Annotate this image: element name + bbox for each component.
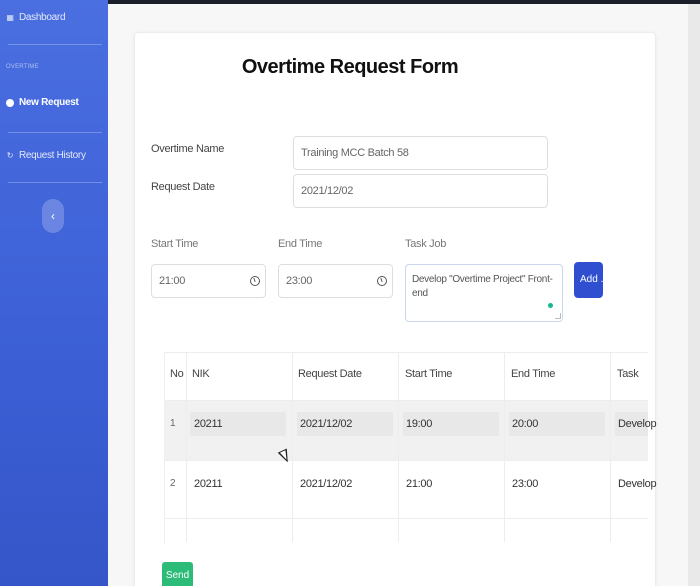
request-date-input[interactable]: 2021/12/02: [293, 174, 548, 208]
row-number: 1: [170, 418, 176, 429]
task-job-textarea[interactable]: Develop "Overtime Project" Front-end: [405, 264, 563, 322]
table-column-divider: [398, 352, 399, 542]
sidebar-divider: [8, 44, 102, 45]
request-date-cell: 2021/12/02: [300, 478, 353, 490]
dashboard-icon: ▦: [6, 12, 14, 22]
column-header-nik: NIK: [192, 368, 210, 380]
sidebar-toggle-button[interactable]: ‹: [42, 199, 64, 233]
scrollbar-track[interactable]: [688, 4, 700, 586]
sidebar-item-label: Request History: [19, 150, 86, 161]
clock-icon[interactable]: [377, 276, 387, 286]
column-header-start-time: Start Time: [405, 368, 453, 380]
sidebar-item-label: Dashboard: [19, 12, 66, 23]
table-border: [164, 460, 648, 461]
circle-icon: [6, 98, 14, 107]
end-time-cell: 23:00: [512, 478, 539, 490]
sidebar-item-label: New Request: [19, 97, 79, 108]
chevron-left-icon: ‹: [51, 209, 55, 223]
table-column-divider: [292, 352, 293, 542]
resize-handle-icon[interactable]: [555, 313, 561, 319]
sidebar-item-dashboard[interactable]: ▦ Dashboard: [6, 12, 65, 23]
overtime-name-label: Overtime Name: [151, 143, 225, 155]
request-date-label: Request Date: [151, 181, 215, 193]
end-time-cell: 20:00: [512, 418, 539, 430]
sidebar-divider: [8, 182, 102, 183]
grammar-check-icon[interactable]: [548, 303, 553, 308]
end-time-input[interactable]: 23:00: [278, 264, 393, 298]
request-date-cell: 2021/12/02: [300, 418, 353, 430]
add-task-button[interactable]: Add ...: [574, 262, 603, 298]
task-cell: Develop: [618, 418, 657, 430]
table-column-divider: [504, 352, 505, 542]
clock-icon[interactable]: [250, 276, 260, 286]
sidebar-item-request-history[interactable]: ↻ Request History: [6, 150, 86, 161]
table-border: [164, 518, 648, 519]
table-column-divider: [186, 352, 187, 542]
start-time-cell: 19:00: [406, 418, 433, 430]
task-cell: Develop: [618, 478, 657, 490]
nik-cell: 20211: [194, 478, 223, 490]
send-button[interactable]: Send: [162, 562, 193, 586]
column-header-no: No: [170, 368, 184, 380]
column-header-task: Task: [617, 368, 639, 380]
table-column-divider: [610, 352, 611, 542]
end-time-label: End Time: [278, 238, 323, 250]
sidebar-item-new-request[interactable]: New Request: [6, 97, 79, 108]
page-title: Overtime Request Form: [241, 56, 459, 78]
table-border: [164, 352, 648, 353]
start-time-cell: 21:00: [406, 478, 433, 490]
sidebar-divider: [8, 132, 102, 133]
column-header-request-date: Request Date: [298, 368, 362, 380]
task-job-label: Task Job: [405, 238, 447, 250]
sidebar: ▦ Dashboard OVERTIME New Request ↻ Reque…: [0, 0, 108, 586]
column-header-end-time: End Time: [511, 368, 556, 380]
start-time-input[interactable]: 21:00: [151, 264, 266, 298]
history-icon: ↻: [6, 150, 14, 160]
nik-cell: 20211: [194, 418, 223, 430]
overtime-name-input[interactable]: Training MCC Batch 58: [293, 136, 548, 170]
row-number: 2: [170, 478, 176, 489]
start-time-label: Start Time: [151, 238, 199, 250]
table-border: [164, 400, 648, 401]
